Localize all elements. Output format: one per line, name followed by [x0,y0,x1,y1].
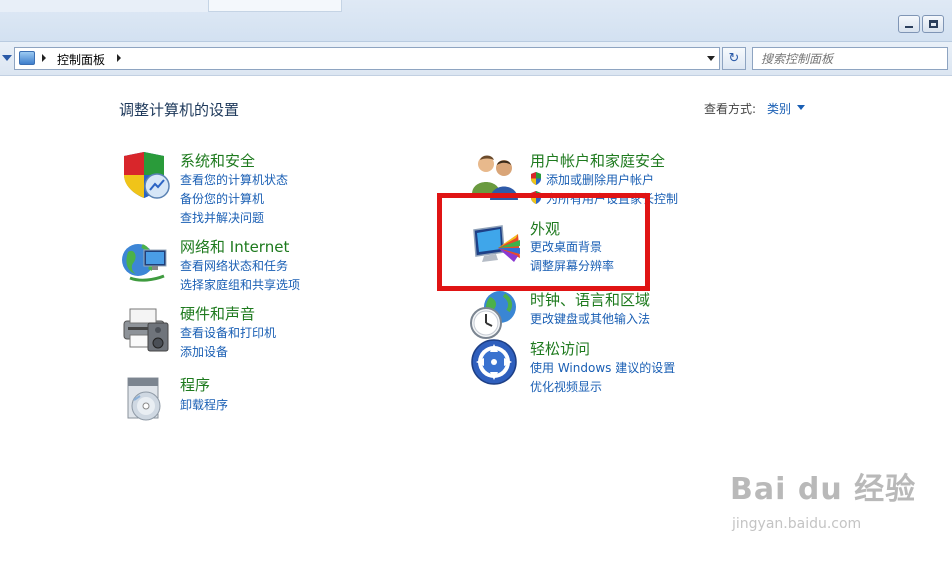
link-devices-printers[interactable]: 查看设备和打印机 [180,324,276,341]
category-title[interactable]: 时钟、语言和区域 [530,289,650,310]
ease-of-access-icon [471,339,517,385]
category-title[interactable]: 轻松访问 [530,338,590,359]
address-box[interactable]: 控制面板 [14,47,720,70]
category-clock-language-region: 时钟、语言和区域 更改键盘或其他输入法 [470,289,770,339]
link-homegroup-sharing[interactable]: 选择家庭组和共享选项 [180,276,300,293]
view-by-label: 查看方式: [704,102,757,116]
maximize-icon [929,20,938,28]
recent-pages-arrow-icon[interactable] [2,55,12,61]
address-toolbar: 控制面板 ↻ [0,42,952,76]
link-recommended-settings[interactable]: 使用 Windows 建议的设置 [530,359,675,376]
baidu-watermark: Bai du 经验 jingyan.baidu.com [730,464,917,532]
category-programs: 程序 卸载程序 [120,374,420,424]
category-ease-of-access: 轻松访问 使用 Windows 建议的设置 优化视频显示 [470,338,770,398]
link-add-device[interactable]: 添加设备 [180,343,228,360]
printer-icon [123,308,169,352]
link-optimize-video-display[interactable]: 优化视频显示 [530,378,602,395]
network-globe-icon [122,244,167,282]
titlebar-strip [0,0,208,12]
address-dropdown-icon[interactable] [707,56,715,61]
refresh-button[interactable]: ↻ [722,47,746,70]
watermark-logo: Bai du 经验 [730,472,917,507]
link-find-fix-problems[interactable]: 查找并解决问题 [180,209,264,226]
programs-disc-icon [127,377,161,421]
uac-shield-icon [531,172,541,185]
breadcrumb-chevron-icon[interactable] [42,54,46,62]
minimize-button[interactable] [898,15,920,33]
maximize-button[interactable] [922,15,944,33]
control-panel-icon [19,51,35,65]
highlight-annotation [437,193,650,291]
category-system-security: 系统和安全 查看您的计算机状态 备份您的计算机 查找并解决问题 [120,150,420,230]
category-network-internet: 网络和 Internet 查看网络状态和任务 选择家庭组和共享选项 [120,236,420,296]
minimize-icon [905,26,913,28]
breadcrumb-chevron-icon[interactable] [117,54,121,62]
category-title[interactable]: 用户帐户和家庭安全 [530,150,665,171]
search-box[interactable] [752,47,948,70]
watermark-url: jingyan.baidu.com [732,516,862,532]
link-view-computer-status[interactable]: 查看您的计算机状态 [180,171,288,188]
category-title[interactable]: 硬件和声音 [180,303,255,324]
search-input[interactable] [753,48,947,70]
titlebar-tab [208,0,342,12]
category-title[interactable]: 程序 [180,374,210,395]
window-titlebar [0,0,952,42]
link-network-status[interactable]: 查看网络状态和任务 [180,257,288,274]
security-shield-icon [124,152,170,199]
view-by-dropdown[interactable]: 类别 [767,100,791,117]
link-change-keyboard-input[interactable]: 更改键盘或其他输入法 [530,310,650,327]
window-controls [896,15,944,33]
category-hardware-sound: 硬件和声音 查看设备和打印机 添加设备 [120,303,420,363]
category-title[interactable]: 系统和安全 [180,150,255,171]
link-backup-computer[interactable]: 备份您的计算机 [180,190,264,207]
page-title: 调整计算机的设置 [119,101,240,119]
category-title[interactable]: 网络和 Internet [180,236,289,257]
chevron-down-icon[interactable] [797,105,805,110]
link-add-remove-users[interactable]: 添加或删除用户帐户 [530,171,654,188]
clock-globe-icon [470,291,516,339]
breadcrumb-control-panel[interactable]: 控制面板 [57,51,105,68]
refresh-icon: ↻ [728,51,740,66]
link-label: 添加或删除用户帐户 [546,173,655,187]
link-uninstall-program[interactable]: 卸载程序 [180,396,228,413]
